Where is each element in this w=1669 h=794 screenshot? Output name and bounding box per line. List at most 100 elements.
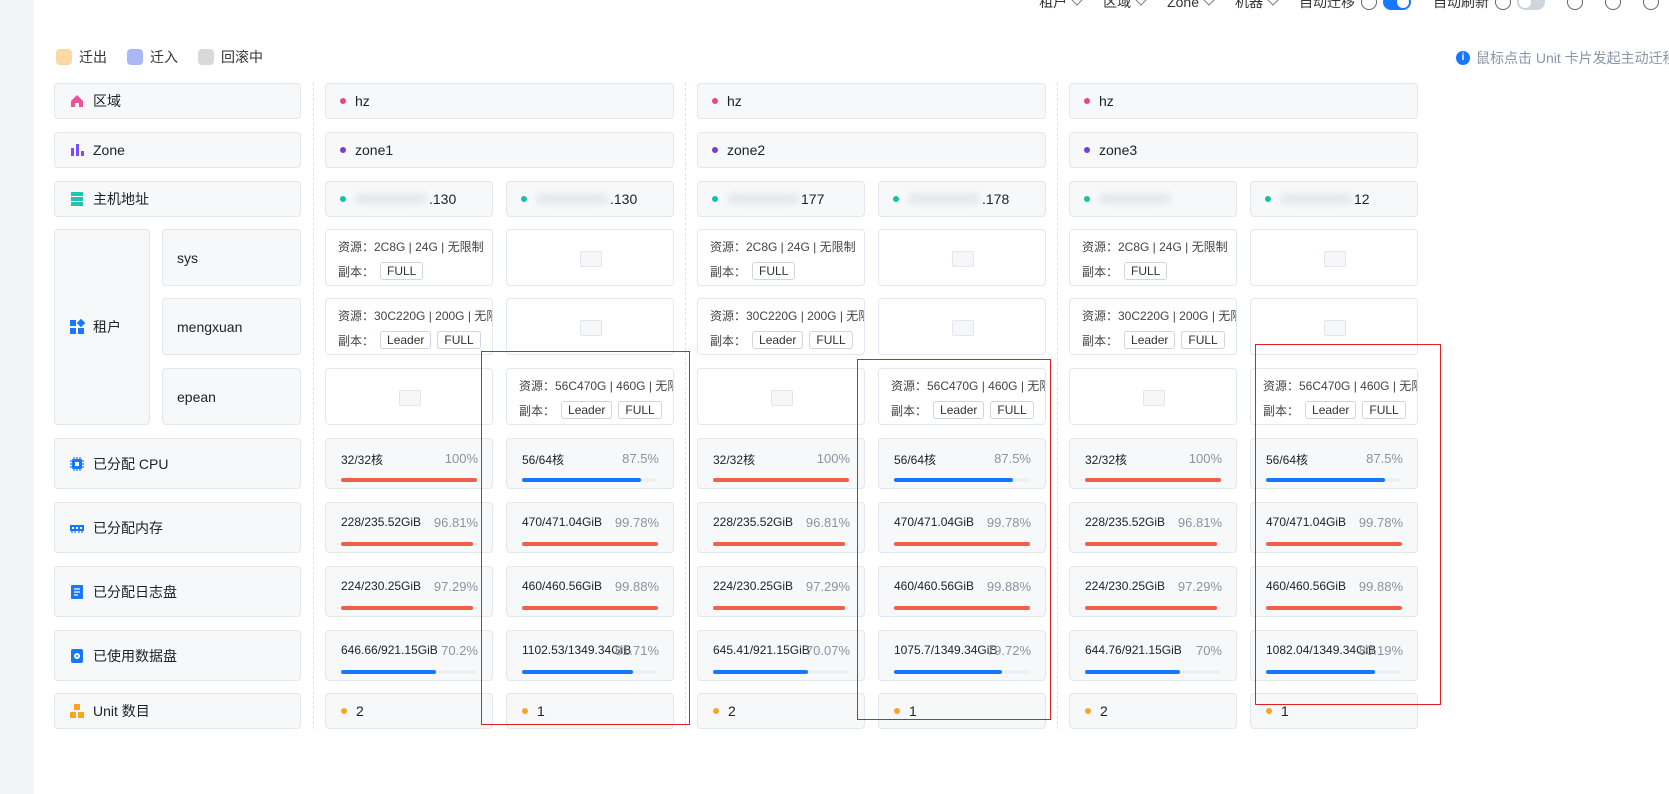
chevron-down-icon [1135,0,1147,6]
memory-icon [70,524,84,533]
unit-resource: 资源：2C8G | 24G | 无限制 [710,240,856,254]
unit-card[interactable]: 资源：30C220G | 200G | 无限制副本： Leader FULL [1069,298,1237,355]
replica-label: 副本： [1082,333,1119,348]
unit-card[interactable]: 资源：2C8G | 24G | 无限制 副本： FULL [697,229,865,286]
region-header: hz [697,83,1046,119]
home-icon [71,95,83,107]
highlight-frame [481,351,690,725]
replica-tag: FULL [752,262,796,280]
host-address [1069,181,1237,217]
metric-value: 224/230.25GiB [713,579,794,593]
empty-unit-card[interactable] [325,368,493,425]
toolbar: 租户 区域 Zone 机器 自动迁移 自动刷新 [1039,0,1659,14]
empty-unit-card[interactable] [878,298,1046,355]
empty-unit-card[interactable] [506,298,674,355]
masked-host-address [355,193,427,205]
progress-fill [341,478,477,482]
masked-host-address [1099,193,1171,205]
zone-header: zone1 [325,132,674,168]
host-status-dot [340,196,346,202]
unit-card[interactable]: 资源：30C220G | 200G | 无限制副本： Leader FULL [325,298,493,355]
auto-refresh-control: 自动刷新 [1433,0,1545,12]
zone-dot [712,147,718,153]
filter-tenant[interactable]: 租户 [1039,0,1083,12]
legend-label: 回滚中 [221,49,263,65]
filter-machine[interactable]: 机器 [1235,0,1279,12]
host-address: .178 [878,181,1046,217]
zone-header: zone2 [697,132,1046,168]
empty-unit-card[interactable] [1250,229,1418,286]
metric-value: 228/235.52GiB [1085,515,1166,529]
host-address-suffix: .130 [610,191,638,207]
metric-percent: 70.2% [441,643,478,658]
progress-track [1085,478,1221,482]
replica-label: 副本： [338,264,375,279]
empty-unit-card[interactable] [506,229,674,286]
row-label-region: 区域 [54,83,301,119]
replica-label: 副本： [710,264,747,279]
refresh-icon[interactable] [1605,0,1621,10]
zone-name: zone3 [1099,142,1138,158]
auto-refresh-toggle[interactable] [1517,0,1545,10]
unit-count: 2 [697,693,865,729]
row-label-text: 已分配日志盘 [93,583,177,600]
host-status-dot [712,196,718,202]
empty-unit-card[interactable] [878,229,1046,286]
auto-migrate-toggle[interactable] [1383,0,1411,10]
progress-fill [713,670,809,674]
grid-icon [70,319,85,334]
metric-percent: 100% [1188,451,1222,466]
progress-track [341,606,477,610]
metric-data-disk: 645.41/921.15GiB 70.07% [697,630,865,681]
filter-region[interactable]: 区域 [1103,0,1147,12]
unit-dot [713,708,719,714]
unit-card[interactable]: 资源：2C8G | 24G | 无限制 副本： FULL [325,229,493,286]
replica-tag: FULL [437,331,481,349]
progress-track [1085,670,1221,674]
document-icon [71,584,83,599]
region-name: hz [1099,93,1114,109]
metric-percent: 96.81% [805,515,850,530]
metric-data-disk: 644.76/921.15GiB 70% [1069,630,1237,681]
unit-card[interactable]: 资源：2C8G | 24G | 无限制 副本： FULL [1069,229,1237,286]
row-label-cpu: 已分配 CPU [54,438,301,489]
row-label-log-disk: 已分配日志盘 [54,566,301,617]
progress-track [1085,542,1221,546]
filter-region-label: 区域 [1103,0,1132,10]
zone-divider [1057,83,1058,729]
unit-replica: 副本： FULL [1082,262,1236,280]
host-status-dot [1084,196,1090,202]
bell-icon[interactable] [1567,0,1583,10]
server-icon [71,192,83,206]
host-address-suffix: 12 [1354,191,1370,207]
unit-card[interactable]: 资源：30C220G | 200G | 无限制副本： Leader FULL [697,298,865,355]
host-address: 12 [1250,181,1418,217]
metric-memory: 228/235.52GiB 96.81% [1069,502,1237,553]
empty-inbox-icon [580,250,602,267]
metric-cpu: 32/32核 100% [697,438,865,489]
progress-fill [713,542,845,546]
tenant-label-mengxuan: mengxuan [162,298,301,355]
empty-unit-card[interactable] [1069,368,1237,425]
metric-percent: 97.29% [433,579,478,594]
filter-zone[interactable]: Zone [1167,0,1215,10]
fullscreen-icon[interactable] [1643,0,1659,10]
replica-tag: FULL [809,331,853,349]
tenant-name: epean [177,388,216,405]
host-address: .130 [325,181,493,217]
zone-name: zone1 [355,142,394,158]
unit-count-value: 2 [728,703,736,719]
legend-item-rollback: 回滚中 [198,47,263,67]
host-address-suffix: .178 [982,191,1010,207]
host-status-dot [521,196,527,202]
unit-replica: 副本： FULL [338,262,492,280]
unit-count: 2 [1069,693,1237,729]
row-label-tenant: 租户 [54,229,150,425]
metric-value: 224/230.25GiB [1085,579,1166,593]
metric-cpu: 32/32核 100% [325,438,493,489]
empty-unit-card[interactable] [697,368,865,425]
empty-inbox-icon [771,389,793,406]
row-label-text: 已使用数据盘 [93,647,177,664]
metric-data-disk: 646.66/921.15GiB 70.2% [325,630,493,681]
unit-replica: 副本： Leader FULL [338,331,492,349]
